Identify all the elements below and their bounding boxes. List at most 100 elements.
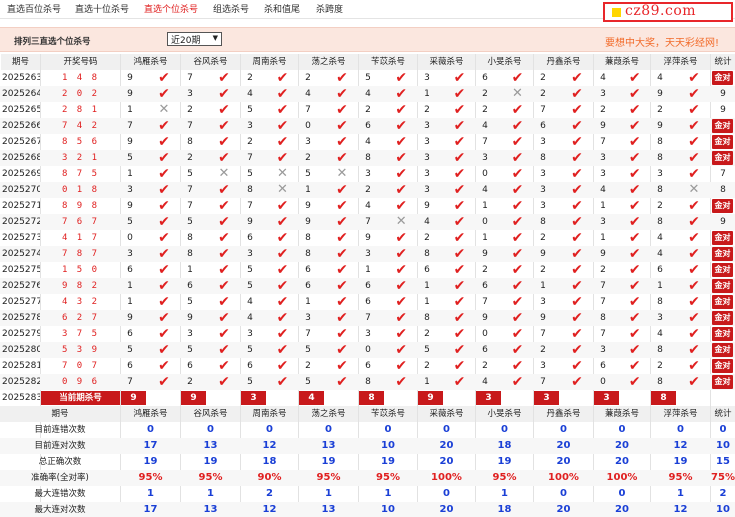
check-mark-icon: ✔ [628, 166, 641, 182]
check-mark-icon: ✔ [158, 166, 170, 182]
stat-value: 13 [321, 504, 336, 515]
check-mark-icon: ✔ [571, 326, 583, 342]
check-mark-icon: ✔ [571, 374, 583, 390]
kill-number: 4 [305, 89, 311, 99]
all-correct-badge: 金对 [712, 135, 733, 149]
stat-value: 0 [443, 424, 450, 435]
check-mark-icon: ✔ [571, 278, 583, 294]
stat-value: 19 [203, 456, 218, 467]
stat-value: 10 [716, 504, 730, 515]
kill-number-table: 期号 开奖号码 鸿雁杀号 谷风杀号 周南杀号 荡之杀号 苄苡杀号 采薇杀号 小旻杀号 丹鑫杀号 蒹葭… [0, 54, 735, 517]
check-mark-icon: ✔ [158, 198, 170, 214]
kill-number: 8 [657, 297, 663, 307]
slogan: 要想中大奖，天天彩经网! [604, 38, 719, 49]
nav-tab[interactable]: 杀跨度 [316, 2, 343, 15]
kill-number: 3 [600, 169, 606, 179]
kill-number: 9 [657, 89, 663, 99]
period-select-value: 近20期 [171, 36, 201, 46]
check-mark-icon: ✔ [218, 326, 230, 342]
nav-tab[interactable]: 直选十位杀号 [75, 2, 129, 15]
stats-header: 采薇杀号 [418, 406, 475, 422]
check-mark-icon: ✔ [571, 182, 583, 198]
check-mark-icon: ✔ [276, 70, 289, 86]
current-kill-number: 8 [651, 391, 676, 405]
stat-value: 13 [203, 440, 218, 451]
kill-number: 6 [127, 361, 133, 371]
kill-number: 8 [657, 217, 663, 227]
site-logo[interactable]: cz89.com [603, 2, 733, 22]
kill-number: 4 [365, 201, 371, 211]
kill-number: 9 [305, 201, 311, 211]
kill-number: 1 [127, 169, 133, 179]
current-period-number: 2025283 [2, 393, 40, 403]
kill-number: 9 [247, 217, 253, 227]
check-mark-icon: ✔ [571, 310, 583, 326]
kill-number: 3 [600, 89, 606, 99]
kill-number: 8 [365, 153, 371, 163]
draw-number: 1 5 0 [61, 265, 100, 275]
kill-number: 2 [540, 73, 546, 83]
check-mark-icon: ✔ [218, 374, 230, 390]
kill-number: 1 [424, 89, 430, 99]
kill-number: 6 [127, 329, 133, 339]
check-mark-icon: ✔ [158, 182, 170, 198]
kill-number: 1 [600, 201, 606, 211]
stat-value: 90% [257, 472, 282, 483]
draw-number: 3 2 1 [61, 153, 100, 163]
stat-label: 总正确次数 [38, 457, 82, 467]
nav-tab[interactable]: 直选百位杀号 [7, 2, 61, 15]
kill-number: 1 [657, 281, 663, 291]
check-mark-icon: ✔ [395, 310, 408, 326]
check-mark-icon: ✔ [453, 102, 466, 118]
kill-number: 3 [540, 201, 546, 211]
nav-tab[interactable]: 直选个位杀号 [144, 2, 198, 15]
check-mark-icon: ✔ [453, 150, 466, 166]
stat-value: 20 [615, 456, 629, 467]
kill-number: 8 [424, 313, 430, 323]
kill-number: 7 [540, 105, 546, 115]
period-select[interactable]: 近20期 ▼ [167, 32, 222, 46]
stat-value: 1 [501, 488, 508, 499]
all-correct-badge: 金对 [712, 343, 733, 357]
check-mark-icon: ✔ [158, 294, 170, 310]
check-mark-icon: ✔ [395, 150, 408, 166]
check-mark-icon: ✔ [628, 342, 641, 358]
stat-value: 20 [556, 456, 571, 467]
check-mark-icon: ✔ [395, 374, 408, 390]
current-kill-number: 3 [241, 391, 266, 405]
nav-tab[interactable]: 组选杀号 [213, 2, 249, 15]
kill-number: 5 [247, 281, 253, 291]
check-mark-icon: ✔ [336, 118, 348, 134]
check-mark-icon: ✔ [218, 198, 230, 214]
check-mark-icon: ✔ [276, 118, 289, 134]
draw-number: 7 0 7 [61, 361, 100, 371]
check-mark-icon: ✔ [218, 86, 230, 102]
stat-value: 0 [501, 424, 508, 435]
cross-mark-icon: ✕ [395, 214, 407, 229]
kill-number: 1 [424, 377, 430, 387]
stats-header: 丹鑫杀号 [534, 406, 593, 422]
check-mark-icon: ✔ [158, 310, 170, 326]
period-number: 2025279 [2, 329, 40, 339]
check-mark-icon: ✔ [276, 374, 289, 390]
check-mark-icon: ✔ [628, 182, 641, 198]
stats-header: 谷风杀号 [181, 406, 240, 422]
check-mark-icon: ✔ [453, 166, 466, 182]
check-mark-icon: ✔ [628, 230, 641, 246]
kill-number: 4 [657, 329, 663, 339]
kill-number: 2 [247, 137, 253, 147]
nav-tab[interactable]: 杀和值尾 [264, 2, 300, 15]
check-mark-icon: ✔ [395, 246, 408, 262]
stats-header: 苄苡杀号 [359, 406, 417, 422]
draw-number: 5 3 9 [61, 345, 100, 355]
check-mark-icon: ✔ [571, 102, 583, 118]
kill-number: 1 [482, 201, 488, 211]
check-mark-icon: ✔ [218, 342, 230, 358]
check-mark-icon: ✔ [571, 214, 583, 230]
check-mark-icon: ✔ [276, 134, 289, 150]
column-header: 统计 [711, 54, 735, 70]
kill-number: 7 [247, 201, 253, 211]
check-mark-icon: ✔ [628, 150, 641, 166]
kill-number: 6 [187, 281, 193, 291]
period-number: 2025269 [2, 169, 40, 179]
